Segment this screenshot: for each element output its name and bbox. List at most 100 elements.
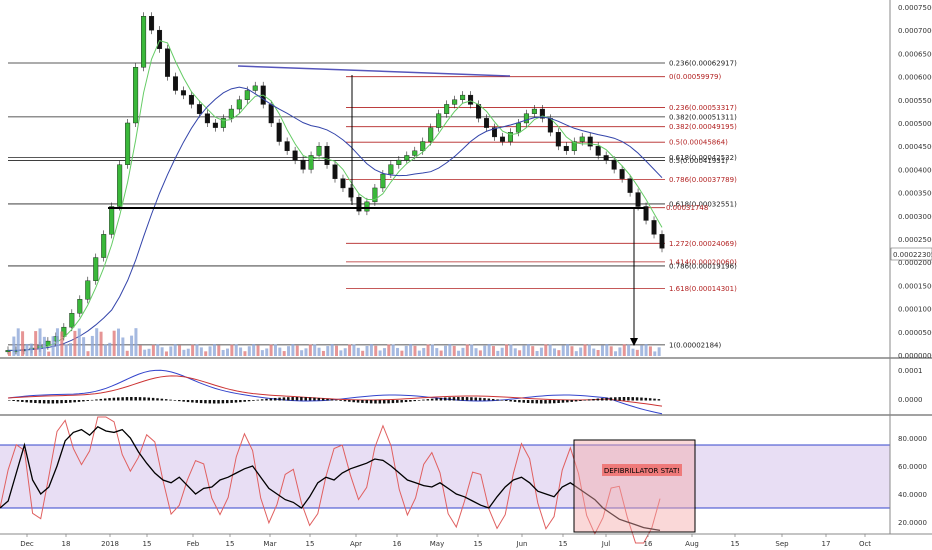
volume-bar	[278, 347, 282, 356]
volume-bar	[544, 344, 548, 356]
macd-bar	[178, 400, 181, 402]
candle	[308, 155, 314, 170]
time-tick: 15	[559, 540, 568, 548]
macd-bar	[343, 400, 347, 402]
macd-bar	[409, 400, 412, 402]
volume-bar	[42, 336, 46, 356]
volume-bar	[230, 344, 234, 356]
candle	[531, 108, 537, 114]
volume-bar	[561, 345, 565, 356]
volume-bar	[548, 344, 552, 356]
volume-bar	[29, 343, 33, 356]
macd-bar	[657, 399, 661, 401]
macd-bar	[470, 397, 473, 401]
price-tick: 0.00070000	[898, 27, 932, 35]
macd-bar	[121, 397, 124, 401]
candle	[101, 234, 107, 258]
candle	[523, 113, 529, 124]
volume-bar	[409, 344, 413, 356]
volume-bar	[186, 348, 190, 356]
candle	[420, 141, 426, 152]
volume-bar	[260, 350, 264, 356]
price-tick: 0.00035000	[898, 190, 932, 198]
volume-bar	[51, 336, 55, 356]
candle	[157, 29, 163, 49]
macd-tick: 0.0000	[898, 396, 923, 404]
time-tick: May	[430, 540, 444, 548]
volume-bar	[618, 347, 622, 356]
macd-bar	[631, 397, 634, 401]
volume-bar	[195, 344, 199, 356]
candle	[651, 220, 657, 235]
volume-bar	[531, 346, 535, 356]
candle	[436, 113, 442, 128]
fib-level-label: 0.5(0.00045864)	[669, 139, 728, 147]
macd-bar	[160, 398, 164, 401]
macd-bar	[125, 397, 129, 401]
time-tick: 16	[393, 540, 402, 548]
volume-bar	[239, 347, 243, 356]
macd-bar	[505, 400, 508, 401]
time-tick: 16	[644, 540, 653, 548]
volume-bar	[134, 328, 138, 356]
macd-bar	[42, 400, 46, 404]
annotation-box	[573, 439, 696, 533]
rsi-tick: 60.0000	[898, 463, 927, 471]
volume-bar	[138, 345, 142, 356]
price-tick: 0.00075000	[898, 4, 932, 12]
candle	[85, 280, 91, 300]
candle	[468, 94, 474, 105]
candle	[404, 155, 410, 161]
volume-bar	[178, 345, 182, 356]
macd-bar	[169, 399, 172, 401]
candle	[236, 99, 242, 110]
volume-bar	[356, 347, 360, 356]
macd-bar	[618, 397, 621, 401]
macd-bar	[561, 400, 565, 403]
candle	[172, 76, 178, 91]
macd-bar	[212, 400, 216, 404]
volume-bar	[12, 336, 16, 356]
volume-bar	[592, 348, 596, 356]
volume-bar	[557, 350, 561, 356]
volume-bar	[265, 348, 269, 356]
macd-bar	[391, 400, 395, 404]
volume-bar	[500, 347, 504, 356]
macd-bar	[518, 400, 521, 403]
volume-bar	[269, 344, 273, 356]
macd-bar	[426, 399, 430, 401]
candle	[364, 201, 370, 212]
volume-bar	[256, 345, 260, 356]
fib-level-label: 1.272(0.00024069)	[669, 240, 737, 248]
volume-bar	[143, 349, 147, 356]
macd-bar	[156, 398, 159, 401]
candle	[125, 122, 131, 165]
volume-bar	[574, 351, 578, 356]
volume-bar	[448, 344, 452, 356]
candle	[292, 150, 298, 161]
macd-bar	[16, 400, 20, 402]
volume-bar	[221, 349, 225, 356]
macd-bar	[413, 400, 416, 402]
macd-bar	[269, 398, 273, 401]
macd-bar	[273, 397, 277, 401]
price-tick: 0.00065000	[898, 50, 932, 58]
macd-bar	[247, 400, 251, 402]
candle	[388, 164, 394, 175]
volume-bar	[16, 328, 20, 356]
macd-bar	[265, 398, 268, 401]
time-tick: Apr	[350, 540, 362, 548]
macd-bar	[348, 400, 351, 402]
candle	[324, 145, 330, 165]
volume-bar	[103, 344, 107, 356]
volume-bar	[95, 328, 99, 356]
price-tick: 0.00050000	[898, 120, 932, 128]
volume-bar	[600, 345, 604, 356]
candle	[611, 159, 617, 170]
volume-bar	[330, 344, 334, 356]
macd-bar	[143, 397, 146, 401]
macd-bar	[82, 400, 85, 402]
macd-bar	[478, 397, 482, 401]
macd-bar	[400, 400, 403, 403]
volume-bar	[21, 331, 25, 356]
